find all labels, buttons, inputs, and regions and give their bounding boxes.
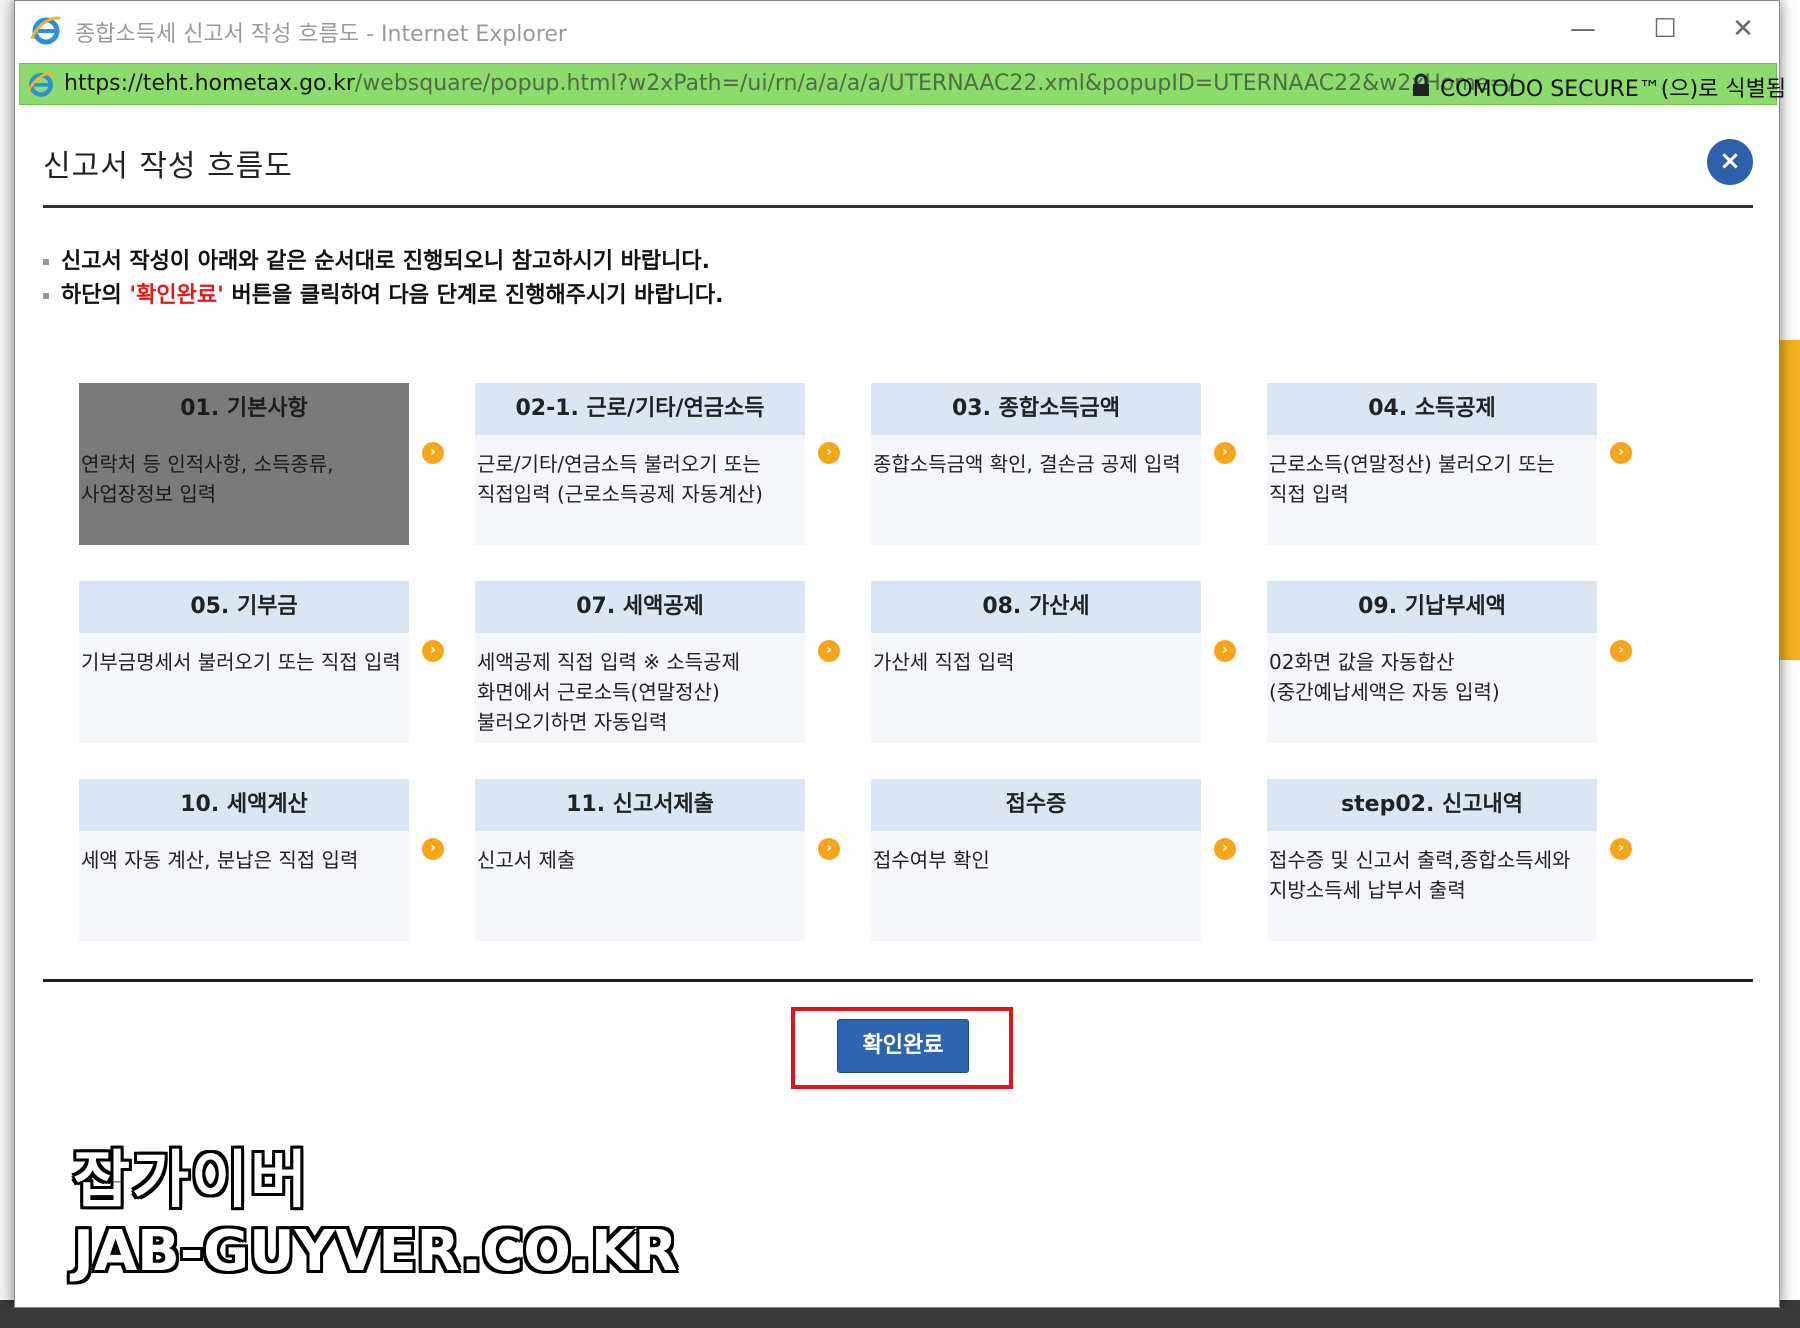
notice-line-2: 하단의 '확인완료' 버튼을 클릭하여 다음 단계로 진행해주시기 바랍니다. xyxy=(43,277,723,309)
flow-step-card[interactable]: 05. 기부금기부금명세서 불러오기 또는 직접 입력 xyxy=(79,581,409,743)
flow-step-description: 세액공제 직접 입력 ※ 소득공제 화면에서 근로소득(연말정산) 불러오기하면… xyxy=(477,650,740,734)
next-arrow-icon: › xyxy=(1610,640,1632,662)
flow-step-card[interactable]: 접수증접수여부 확인 xyxy=(871,779,1201,941)
flow-step-title: 08. 가산세 xyxy=(871,581,1201,633)
internet-explorer-icon xyxy=(27,72,55,97)
flow-step-description: 종합소득금액 확인, 결손금 공제 입력 xyxy=(873,452,1181,476)
window-close-button[interactable]: ✕ xyxy=(1723,11,1763,47)
next-arrow-icon: › xyxy=(1214,640,1236,662)
browser-popup-window: 종합소득세 신고서 작성 흐름도 - Internet Explorer — ☐… xyxy=(14,0,1786,1308)
title-bar[interactable]: 종합소득세 신고서 작성 흐름도 - Internet Explorer — ☐… xyxy=(15,1,1779,59)
background-accent-strip xyxy=(1779,340,1800,660)
address-bar[interactable]: https://teht.hometax.go.kr/websquare/pop… xyxy=(19,63,1786,105)
flow-step-card[interactable]: 01. 기본사항연락처 등 인적사항, 소득종류, 사업장정보 입력 xyxy=(79,383,409,545)
notice-line-1: 신고서 작성이 아래와 같은 순서대로 진행되오니 참고하시기 바랍니다. xyxy=(43,243,710,275)
flow-step-card[interactable]: 07. 세액공제세액공제 직접 입력 ※ 소득공제 화면에서 근로소득(연말정산… xyxy=(475,581,805,743)
window-title: 종합소득세 신고서 작성 흐름도 - Internet Explorer xyxy=(75,22,567,47)
flow-step-description: 연락처 등 인적사항, 소득종류, 사업장정보 입력 xyxy=(81,452,334,506)
flow-step-description: 근로소득(연말정산) 불러오기 또는 직접 입력 xyxy=(1269,452,1555,506)
next-arrow-icon: › xyxy=(818,442,840,464)
flow-step-title: 02-1. 근로/기타/연금소득 xyxy=(475,383,805,435)
flow-step-card[interactable]: 02-1. 근로/기타/연금소득근로/기타/연금소득 불러오기 또는 직접입력 … xyxy=(475,383,805,545)
flow-step-title: 04. 소득공제 xyxy=(1267,383,1597,435)
next-arrow-icon: › xyxy=(422,838,444,860)
flow-step-title: 05. 기부금 xyxy=(79,581,409,633)
flow-step-title: 03. 종합소득금액 xyxy=(871,383,1201,435)
certificate-label[interactable]: COMODO SECURE™(으)로 식별됨 xyxy=(1440,71,1786,103)
flow-step-description: 접수증 및 신고서 출력,종합소득세와 지방소득세 납부서 출력 xyxy=(1269,848,1571,902)
flow-step-title: 접수증 xyxy=(871,779,1201,831)
minimize-button[interactable]: — xyxy=(1563,11,1603,47)
watermark-url: JAB-GUYVER.CO.KR xyxy=(73,1219,678,1284)
flow-step-description: 접수여부 확인 xyxy=(873,848,990,872)
flow-step-card[interactable]: 04. 소득공제근로소득(연말정산) 불러오기 또는 직접 입력 xyxy=(1267,383,1597,545)
flow-step-description: 세액 자동 계산, 분납은 직접 입력 xyxy=(81,848,359,872)
next-arrow-icon: › xyxy=(818,640,840,662)
background-page-right xyxy=(1778,0,1800,1300)
flow-step-title: 01. 기본사항 xyxy=(79,383,409,435)
internet-explorer-icon xyxy=(30,16,61,45)
divider-top xyxy=(43,205,1753,208)
notice-text-2-post: 버튼을 클릭하여 다음 단계로 진행해주시기 바랍니다. xyxy=(223,283,724,308)
flow-step-description: 기부금명세서 불러오기 또는 직접 입력 xyxy=(81,650,401,674)
watermark-korean: 잡가이버 xyxy=(73,1143,310,1216)
next-arrow-icon: › xyxy=(1214,442,1236,464)
flow-step-card[interactable]: 08. 가산세가산세 직접 입력 xyxy=(871,581,1201,743)
bullet-icon xyxy=(43,259,49,265)
popup-close-button[interactable]: × xyxy=(1707,139,1753,185)
flow-step-card[interactable]: 03. 종합소득금액종합소득금액 확인, 결손금 공제 입력 xyxy=(871,383,1201,545)
next-arrow-icon: › xyxy=(422,442,444,464)
next-arrow-icon: › xyxy=(422,640,444,662)
flow-step-card[interactable]: 11. 신고서제출신고서 제출 xyxy=(475,779,805,941)
url-text[interactable]: https://teht.hometax.go.kr/websquare/pop… xyxy=(64,71,1515,96)
notice-text-1: 신고서 작성이 아래와 같은 순서대로 진행되오니 참고하시기 바랍니다. xyxy=(61,249,710,274)
notice-text-2-highlight: '확인완료' xyxy=(129,283,224,308)
flow-step-description: 신고서 제출 xyxy=(477,848,576,872)
next-arrow-icon: › xyxy=(1214,838,1236,860)
bullet-icon xyxy=(43,293,49,299)
flow-step-title: 07. 세액공제 xyxy=(475,581,805,633)
flow-step-title: 10. 세액계산 xyxy=(79,779,409,831)
url-host: https://teht.hometax.go.kr xyxy=(64,71,355,96)
page-title: 신고서 작성 흐름도 xyxy=(43,149,293,184)
maximize-button[interactable]: ☐ xyxy=(1645,11,1685,47)
flow-step-title: step02. 신고내역 xyxy=(1267,779,1597,831)
flow-step-title: 09. 기납부세액 xyxy=(1267,581,1597,633)
flow-step-description: 가산세 직접 입력 xyxy=(873,650,1015,674)
next-arrow-icon: › xyxy=(1610,442,1632,464)
lock-icon[interactable] xyxy=(1410,73,1432,97)
flow-step-card[interactable]: 09. 기납부세액 02화면 값을 자동합산 (중간예납세액은 자동 입력) xyxy=(1267,581,1597,743)
flow-step-description: 02화면 값을 자동합산 (중간예납세액은 자동 입력) xyxy=(1269,650,1500,704)
flow-step-description: 근로/기타/연금소득 불러오기 또는 직접입력 (근로소득공제 자동계산) xyxy=(477,452,763,506)
confirm-complete-button[interactable]: 확인완료 xyxy=(837,1019,969,1073)
url-path: /websquare/popup.html?w2xPath=/ui/rn/a/a… xyxy=(354,71,1516,96)
next-arrow-icon: › xyxy=(818,838,840,860)
notice-text-2-pre: 하단의 xyxy=(61,283,130,308)
divider-bottom xyxy=(43,979,1753,982)
flow-step-card[interactable]: 10. 세액계산세액 자동 계산, 분납은 직접 입력 xyxy=(79,779,409,941)
screen-bottom-edge xyxy=(0,1308,1800,1328)
flow-step-card[interactable]: step02. 신고내역접수증 및 신고서 출력,종합소득세와 지방소득세 납부… xyxy=(1267,779,1597,941)
flow-step-title: 11. 신고서제출 xyxy=(475,779,805,831)
next-arrow-icon: › xyxy=(1610,838,1632,860)
